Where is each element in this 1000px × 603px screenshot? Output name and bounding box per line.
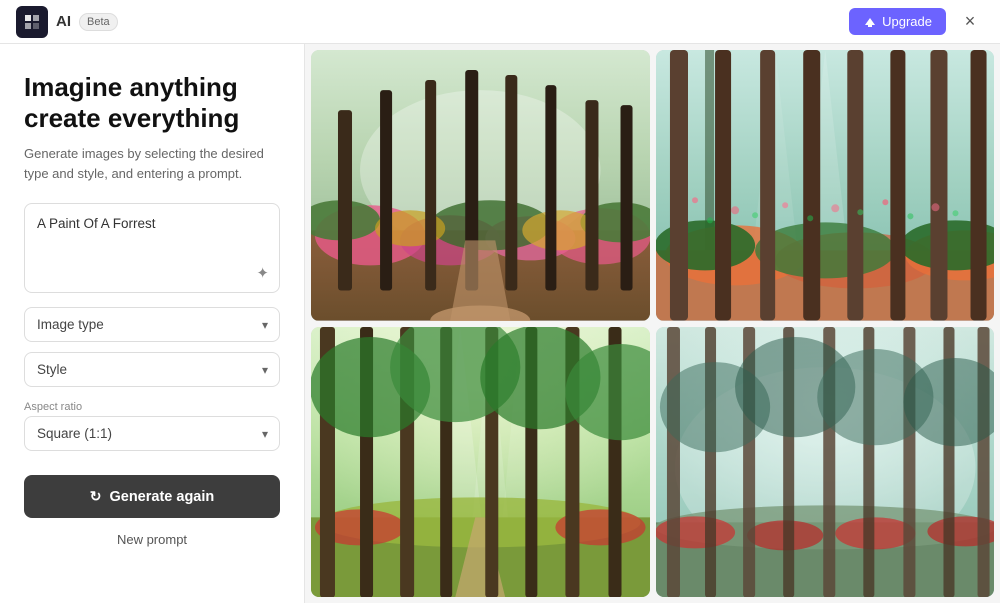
aspect-ratio-wrapper: Square (1:1) Landscape (16:9) Portrait (… bbox=[24, 416, 280, 451]
header-left: AI Beta bbox=[16, 6, 118, 38]
image-cell-1 bbox=[311, 50, 650, 321]
sidebar-subtitle: Generate images by selecting the desired… bbox=[24, 144, 280, 183]
generate-label: Generate again bbox=[109, 489, 214, 505]
logo-text: AI bbox=[56, 13, 71, 30]
forest-image-2 bbox=[656, 50, 995, 321]
style-select[interactable]: Style Realistic Abstract Impressionist bbox=[24, 352, 280, 387]
image-type-wrapper: Image type Photography Illustration Pain… bbox=[24, 307, 280, 342]
close-button[interactable]: × bbox=[956, 8, 984, 36]
image-cell-2 bbox=[656, 50, 995, 321]
aspect-ratio-label: Aspect ratio bbox=[24, 401, 280, 413]
header-right: Upgrade × bbox=[849, 8, 984, 36]
sidebar: Imagine anythingcreate everything Genera… bbox=[0, 44, 305, 603]
refresh-icon: ↻ bbox=[90, 488, 102, 505]
image-type-select[interactable]: Image type Photography Illustration Pain… bbox=[24, 307, 280, 342]
upgrade-icon bbox=[863, 15, 877, 29]
header: AI Beta Upgrade × bbox=[0, 0, 1000, 44]
aspect-ratio-select[interactable]: Square (1:1) Landscape (16:9) Portrait (… bbox=[24, 416, 280, 451]
forest-image-1 bbox=[311, 50, 650, 321]
style-wrapper: Style Realistic Abstract Impressionist ▾ bbox=[24, 352, 280, 387]
prompt-area: A Paint Of A Forrest ✦ bbox=[24, 203, 280, 293]
aspect-ratio-section: Aspect ratio Square (1:1) Landscape (16:… bbox=[24, 397, 280, 461]
forest-image-4 bbox=[656, 327, 995, 598]
app-logo-icon bbox=[16, 6, 48, 38]
beta-badge: Beta bbox=[79, 13, 118, 31]
magic-wand-icon[interactable]: ✦ bbox=[256, 264, 269, 282]
forest-image-3 bbox=[311, 327, 650, 598]
main-content: Imagine anythingcreate everything Genera… bbox=[0, 44, 1000, 603]
prompt-input[interactable]: A Paint Of A Forrest bbox=[37, 216, 267, 276]
image-cell-3 bbox=[311, 327, 650, 598]
upgrade-button[interactable]: Upgrade bbox=[849, 8, 946, 35]
image-cell-4 bbox=[656, 327, 995, 598]
sidebar-heading: Imagine anythingcreate everything bbox=[24, 72, 280, 134]
generate-button[interactable]: ↻ Generate again bbox=[24, 475, 280, 518]
image-grid bbox=[305, 44, 1000, 603]
new-prompt-link[interactable]: New prompt bbox=[24, 532, 280, 547]
